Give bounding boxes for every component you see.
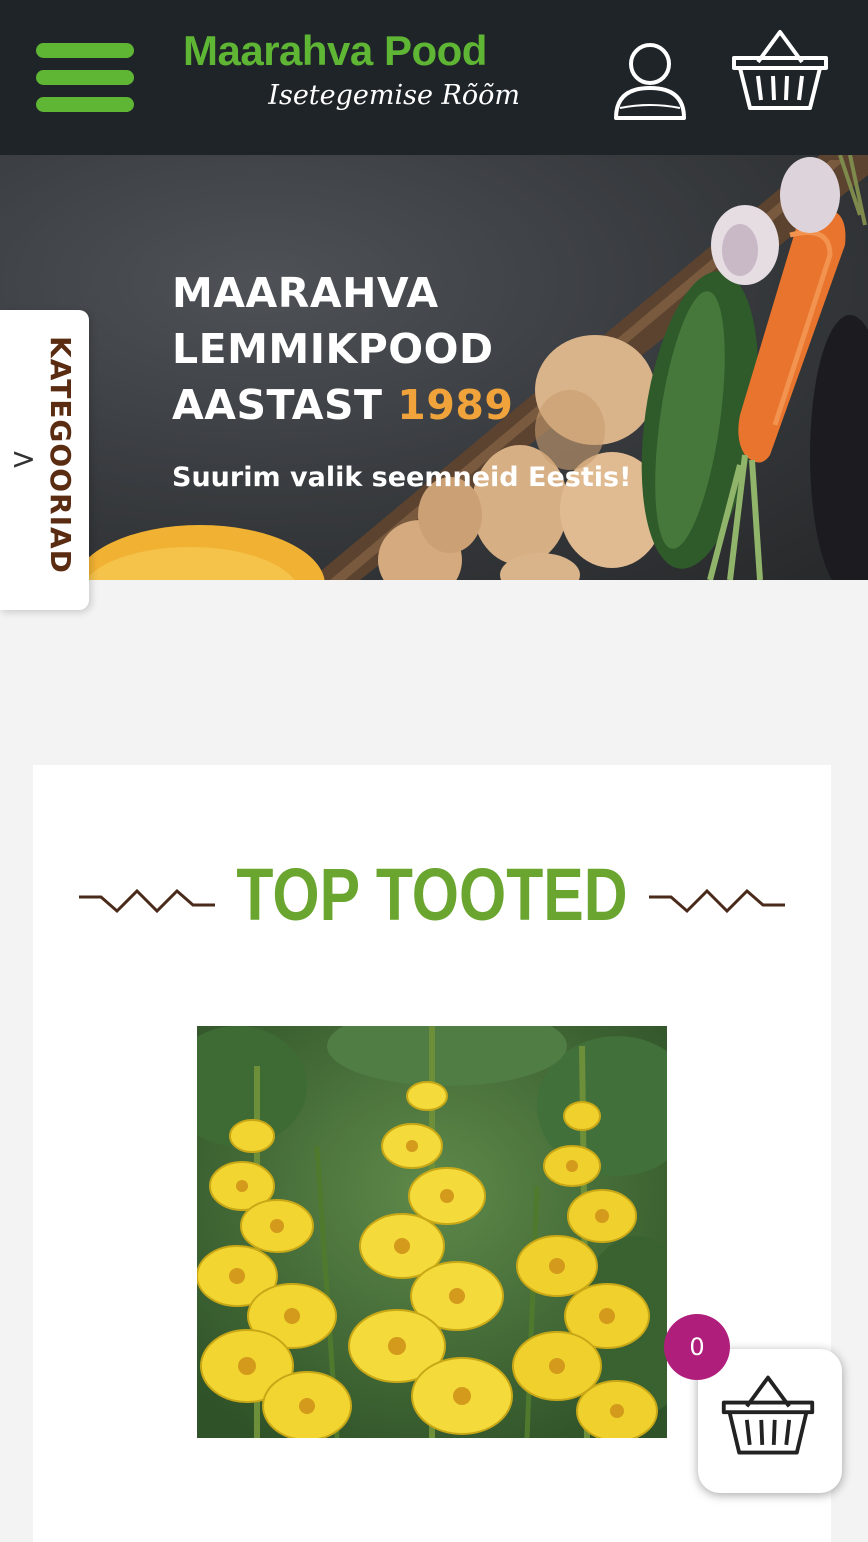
categories-label: KATEGOORIAD — [44, 336, 77, 574]
shopping-basket-icon — [721, 1375, 815, 1455]
menu-bar — [36, 97, 134, 112]
categories-tab[interactable]: KATEGOORIAD > — [0, 310, 89, 610]
hero-subtitle: Suurim valik seemneid Eestis! — [172, 462, 632, 493]
hero-title-line: MAARAHVA — [172, 269, 439, 317]
hero-title: MAARAHVA LEMMIKPOOD AASTAST 1989 — [172, 265, 672, 433]
menu-bar — [36, 43, 134, 58]
hero-title-year: 1989 — [397, 381, 514, 429]
hero-title-line: LEMMIKPOOD — [172, 325, 494, 373]
brand-name: Maarahva Pood — [183, 27, 487, 74]
brand-tagline: Isetegemise Rõõm — [268, 80, 520, 111]
menu-bar — [36, 70, 134, 85]
site-header: Maarahva Pood Isetegemise Rõõm — [0, 0, 868, 155]
chevron-right-icon: > — [10, 442, 37, 478]
user-icon[interactable] — [610, 38, 690, 122]
hero-banner: MAARAHVA LEMMIKPOOD AASTAST 1989 Suurim … — [0, 155, 868, 580]
zigzag-divider-right — [649, 888, 785, 914]
shopping-basket-icon[interactable] — [728, 28, 832, 114]
yellow-gladiolus-product-image[interactable] — [197, 1026, 667, 1438]
categories-tab-content: KATEGOORIAD > — [0, 310, 89, 610]
hero-title-line: AASTAST 1989 — [172, 377, 672, 433]
brand-logo-link[interactable]: Maarahva Pood Isetegemise Rõõm — [178, 26, 528, 126]
cart-count-badge: 0 — [664, 1314, 730, 1380]
hero-title-text: AASTAST — [172, 381, 383, 429]
hamburger-menu-icon[interactable] — [36, 43, 134, 113]
